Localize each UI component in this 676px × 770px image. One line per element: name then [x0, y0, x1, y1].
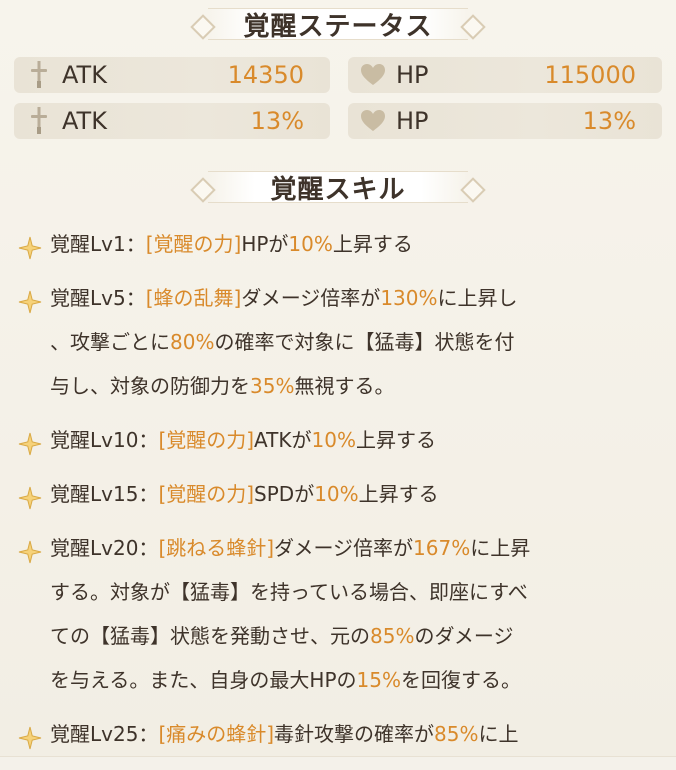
next-section-edge — [0, 756, 676, 770]
skill-highlight-text: 35% — [250, 374, 295, 398]
skills-banner: 覚醒スキル — [188, 167, 488, 207]
skill-highlight-text: [覚醒の力] — [158, 428, 255, 452]
skill-text: する。対象が【猛毒】を持っている場合、即座にすべ — [50, 580, 528, 604]
sword-icon — [26, 106, 52, 136]
skill-text: 覚醒Lv5： — [50, 286, 146, 310]
skill-highlight-text: 10% — [311, 428, 356, 452]
skill-text: に上 — [478, 722, 519, 746]
skill-text: 覚醒Lv25： — [50, 722, 159, 746]
stat-value: 13% — [250, 107, 304, 135]
sparkle-star-icon — [18, 721, 42, 750]
skill-highlight-text: [覚醒の力] — [158, 482, 255, 506]
stat-label: ATK — [62, 107, 107, 135]
skill-line: 、攻撃ごとに80%の確率で対象に【猛毒】状態を付 — [50, 320, 658, 364]
skill-text: 毒針攻撃の確率が — [274, 722, 435, 746]
skill-line: 覚醒Lv1：[覚醒の力]HPが10%上昇する — [50, 222, 658, 266]
sparkle-star-icon — [18, 535, 42, 564]
skill-text: の確率で対象に【猛毒】状態を付 — [214, 330, 515, 354]
sparkle-star-icon — [18, 427, 42, 456]
skill-text: HPが — [241, 232, 289, 256]
status-banner: 覚醒ステータス — [188, 4, 488, 44]
status-title: 覚醒ステータス — [243, 11, 433, 42]
skill-text: ダメージ倍率が — [274, 536, 414, 560]
skill-text: 覚醒Lv15： — [50, 482, 159, 506]
heart-icon — [360, 106, 386, 136]
skill-text: ダメージ倍率が — [241, 286, 381, 310]
skill-line: 覚醒Lv20：[跳ねる蜂針]ダメージ倍率が167%に上昇 — [50, 526, 658, 570]
skill-text: に上昇し — [437, 286, 518, 310]
skill-line: を与える。また、自身の最大HPの15%を回復する。 — [50, 658, 658, 702]
skill-line: 与し、対象の防御力を35%無視する。 — [50, 364, 658, 408]
sparkle-star-icon — [18, 231, 42, 260]
stat-label: ATK — [62, 61, 107, 89]
skill-line: 覚醒Lv25：[痛みの蜂針]毒針攻撃の確率が85%に上 — [50, 712, 658, 756]
skill-highlight-text: [蜂の乱舞] — [145, 286, 242, 310]
skill-text: を与える。また、自身の最大HPの — [50, 668, 357, 692]
skill-text: 上昇する — [358, 482, 439, 506]
skill-entry: 覚醒Lv20：[跳ねる蜂針]ダメージ倍率が167%に上昇する。対象が【猛毒】を持… — [18, 526, 658, 702]
skill-text: 覚醒Lv1： — [50, 232, 146, 256]
skill-text: 、攻撃ごとに — [50, 330, 170, 354]
skill-highlight-text: 15% — [356, 668, 401, 692]
stat-hp-flat: HP 115000 — [348, 57, 662, 93]
skill-text: SPDが — [254, 482, 315, 506]
stat-atk-percent: ATK 13% — [14, 103, 330, 139]
sparkle-star-icon — [18, 481, 42, 510]
skill-highlight-text: [痛みの蜂針] — [158, 722, 275, 746]
skill-line: 覚醒Lv15：[覚醒の力]SPDが10%上昇する — [50, 472, 658, 516]
skill-text: ATKが — [254, 428, 312, 452]
skill-entry: 覚醒Lv1：[覚醒の力]HPが10%上昇する — [18, 222, 658, 266]
stat-value: 13% — [582, 107, 636, 135]
skill-line: 覚醒Lv10：[覚醒の力]ATKが10%上昇する — [50, 418, 658, 462]
skill-highlight-text: 167% — [413, 536, 471, 560]
awakening-panel: 覚醒ステータス ATK 14350 HP 115000 ATK 13% HP 1… — [0, 0, 676, 770]
stat-value: 115000 — [544, 61, 636, 89]
skill-highlight-text: 130% — [380, 286, 438, 310]
skill-text: 覚醒Lv20： — [50, 536, 159, 560]
stat-label: HP — [396, 61, 429, 89]
heart-icon — [360, 60, 386, 90]
skill-text: 無視する。 — [294, 374, 395, 398]
skill-highlight-text: 85% — [434, 722, 479, 746]
skill-highlight-text: 10% — [314, 482, 359, 506]
sparkle-star-icon — [18, 285, 42, 314]
skill-entry: 覚醒Lv25：[痛みの蜂針]毒針攻撃の確率が85%に上 — [18, 712, 658, 756]
stat-atk-flat: ATK 14350 — [14, 57, 330, 93]
skill-highlight-text: [跳ねる蜂針] — [158, 536, 275, 560]
skill-highlight-text: [覚醒の力] — [145, 232, 242, 256]
skill-list: 覚醒Lv1：[覚醒の力]HPが10%上昇する 覚醒Lv5：[蜂の乱舞]ダメージ倍率… — [18, 222, 658, 766]
sword-icon — [26, 60, 52, 90]
skill-text: 上昇する — [355, 428, 436, 452]
skill-text: を回復する。 — [400, 668, 521, 692]
skill-highlight-text: 10% — [288, 232, 333, 256]
skill-entry: 覚醒Lv5：[蜂の乱舞]ダメージ倍率が130%に上昇し 、攻撃ごとに80%の確率で… — [18, 276, 658, 408]
stat-hp-percent: HP 13% — [348, 103, 662, 139]
skill-highlight-text: 80% — [170, 330, 215, 354]
skill-text: 与し、対象の防御力を — [50, 374, 250, 398]
skills-title: 覚醒スキル — [270, 174, 406, 205]
skill-text: 覚醒Lv10： — [50, 428, 159, 452]
skill-line: する。対象が【猛毒】を持っている場合、即座にすべ — [50, 570, 658, 614]
stat-value: 14350 — [227, 61, 304, 89]
skill-text: に上昇 — [470, 536, 531, 560]
skill-highlight-text: 85% — [370, 624, 415, 648]
skill-entry: 覚醒Lv15：[覚醒の力]SPDが10%上昇する — [18, 472, 658, 516]
skill-text: ての【猛毒】状態を発動させ、元の — [50, 624, 370, 648]
skill-line: 覚醒Lv5：[蜂の乱舞]ダメージ倍率が130%に上昇し — [50, 276, 658, 320]
skill-line: ての【猛毒】状態を発動させ、元の85%のダメージ — [50, 614, 658, 658]
stat-label: HP — [396, 107, 429, 135]
skill-text: のダメージ — [414, 624, 514, 648]
skill-entry: 覚醒Lv10：[覚醒の力]ATKが10%上昇する — [18, 418, 658, 462]
skill-text: 上昇する — [332, 232, 413, 256]
